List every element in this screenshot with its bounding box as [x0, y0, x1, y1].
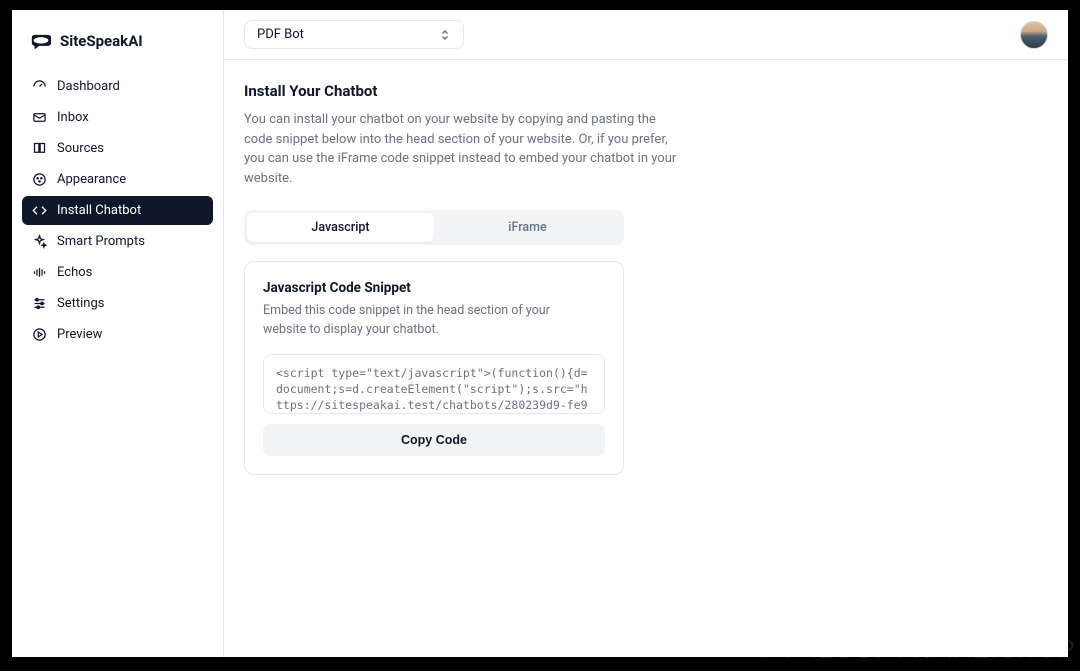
- project-selector[interactable]: PDF Bot: [244, 20, 464, 49]
- page-title: Install Your Chatbot: [244, 82, 1048, 100]
- sidebar-item-label: Install Chatbot: [57, 203, 141, 218]
- snippet-card: Javascript Code Snippet Embed this code …: [244, 261, 624, 475]
- code-snippet[interactable]: <script type="text/javascript">(function…: [263, 354, 605, 414]
- play-circle-icon: [32, 327, 47, 342]
- sidebar-item-preview[interactable]: Preview: [22, 320, 213, 349]
- app-frame: SiteSpeakAI Dashboard Inbox Sources Appe: [12, 10, 1068, 657]
- sidebar-item-label: Preview: [57, 327, 102, 342]
- topbar: PDF Bot: [224, 10, 1068, 60]
- page-description: You can install your chatbot on your web…: [244, 110, 684, 188]
- speech-bubble-icon: [30, 32, 52, 50]
- sidebar-item-label: Dashboard: [57, 79, 120, 94]
- main-area: PDF Bot Install Your Chatbot You can ins…: [224, 10, 1068, 657]
- sidebar-item-smart-prompts[interactable]: Smart Prompts: [22, 227, 213, 256]
- tab-iframe[interactable]: iFrame: [434, 213, 621, 242]
- tab-label: iFrame: [508, 220, 546, 235]
- gauge-icon: [32, 79, 47, 94]
- card-description: Embed this code snippet in the head sect…: [263, 302, 583, 340]
- brand-logo[interactable]: SiteSpeakAI: [22, 28, 213, 72]
- sidebar-item-echos[interactable]: Echos: [22, 258, 213, 287]
- sparkles-icon: [32, 234, 47, 249]
- card-title: Javascript Code Snippet: [263, 280, 605, 296]
- sliders-icon: [32, 296, 47, 311]
- chevron-up-down-icon: [439, 29, 451, 41]
- palette-icon: [32, 172, 47, 187]
- sidebar-item-sources[interactable]: Sources: [22, 134, 213, 163]
- sidebar-item-label: Inbox: [57, 110, 89, 125]
- sidebar: SiteSpeakAI Dashboard Inbox Sources Appe: [12, 10, 224, 657]
- brand-name: SiteSpeakAI: [60, 32, 143, 50]
- content: Install Your Chatbot You can install you…: [224, 60, 1068, 497]
- copy-code-button[interactable]: Copy Code: [263, 424, 605, 456]
- sidebar-item-label: Smart Prompts: [57, 234, 145, 249]
- code-icon: [32, 203, 47, 218]
- mail-icon: [32, 110, 47, 125]
- sidebar-item-inbox[interactable]: Inbox: [22, 103, 213, 132]
- sidebar-item-label: Sources: [57, 141, 104, 156]
- tab-label: Javascript: [311, 220, 369, 235]
- sidebar-item-label: Appearance: [57, 172, 126, 187]
- tab-javascript[interactable]: Javascript: [247, 213, 434, 242]
- sidebar-item-label: Echos: [57, 265, 92, 280]
- project-selector-value: PDF Bot: [257, 27, 304, 42]
- book-icon: [32, 141, 47, 156]
- sidebar-item-dashboard[interactable]: Dashboard: [22, 72, 213, 101]
- sidebar-item-label: Settings: [57, 296, 104, 311]
- sidebar-item-settings[interactable]: Settings: [22, 289, 213, 318]
- sound-wave-icon: [32, 265, 47, 280]
- sidebar-item-appearance[interactable]: Appearance: [22, 165, 213, 194]
- tabs: Javascript iFrame: [244, 210, 624, 245]
- sidebar-item-install-chatbot[interactable]: Install Chatbot: [22, 196, 213, 225]
- user-avatar[interactable]: [1020, 21, 1048, 49]
